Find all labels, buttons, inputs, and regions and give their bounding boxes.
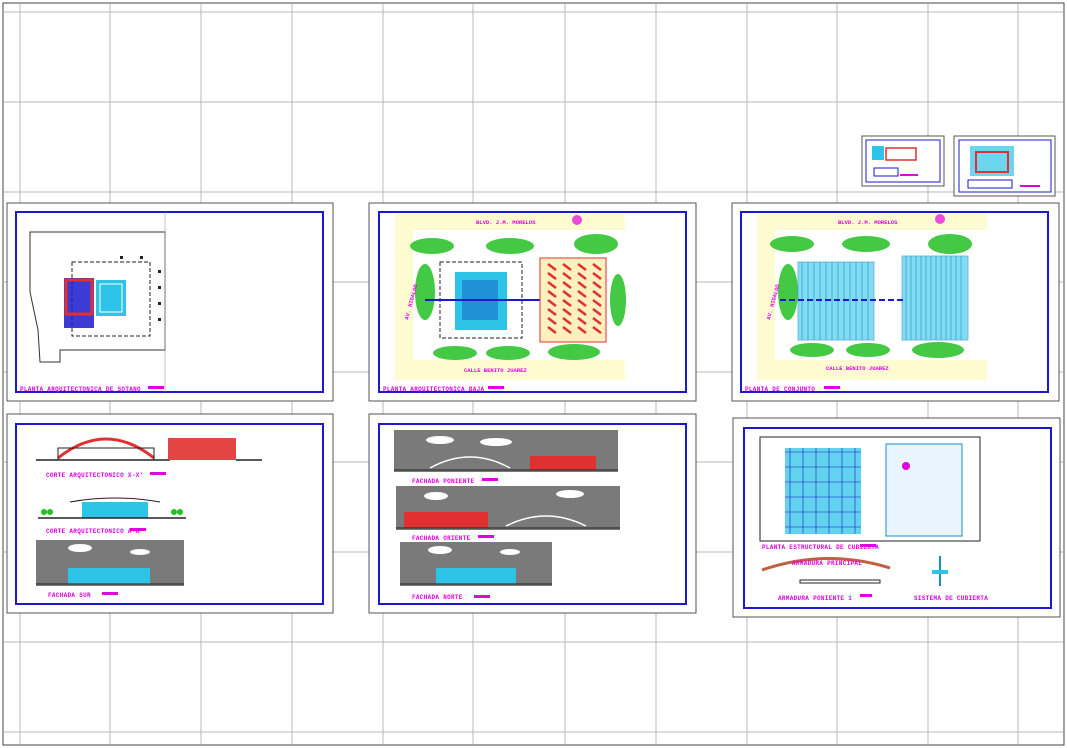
sheet-site-plan[interactable]: BLVD. J.M. MORELOS CALLE BENITO JUAREZ A… [731, 202, 1060, 402]
label-ground-floor-plan: PLANTA ARQUITECTONICA BAJA [383, 386, 485, 393]
sheet-basement-plan[interactable]: PLANTA ARQUITECTONICA DE SOTANO [6, 202, 334, 402]
label-section-x: CORTE ARQUITECTONICO X-X' [46, 472, 144, 479]
sheet-ground-floor-plan[interactable]: BLVD. J.M. MORELOS CALLE BENITO JUAREZ A… [368, 202, 697, 402]
label-roof-system: SISTEMA DE CUBIERTA [914, 595, 988, 602]
street-bottom-site: CALLE BENITO JUAREZ [826, 365, 889, 372]
sheet-structural[interactable]: PLANTA ESTRUCTURAL DE CUBIERTA ARMADURA … [732, 417, 1061, 618]
thumbnail-sheet-2[interactable] [953, 135, 1056, 197]
sheet-sections[interactable]: CORTE ARQUITECTONICO X-X' CORTE ARQUITEC… [6, 413, 334, 614]
label-west-truss: ARMADURA PONIENTE 1 [778, 595, 852, 602]
street-bottom-ground: CALLE BENITO JUAREZ [464, 367, 527, 374]
thumbnail-sheet-1[interactable] [861, 135, 945, 187]
label-west-facade: FACHADA PONIENTE [412, 478, 475, 485]
label-north-facade: FACHADA NORTE [412, 594, 463, 601]
label-main-truss: ARMADURA PRINCIPAL [792, 560, 862, 567]
cad-layout-canvas[interactable]: PLANTA ARQUITECTONICA DE SOTANO BLVD. J.… [0, 0, 1067, 748]
street-top-ground: BLVD. J.M. MORELOS [476, 219, 536, 226]
sheet-facades[interactable]: FACHADA PONIENTE FACHADA ORIENTE FACHADA… [368, 413, 697, 614]
street-top-site: BLVD. J.M. MORELOS [838, 219, 898, 226]
label-basement-plan: PLANTA ARQUITECTONICA DE SOTANO [20, 386, 141, 393]
label-east-facade: FACHADA ORIENTE [412, 535, 471, 542]
label-site-plan: PLANTA DE CONJUNTO [745, 386, 815, 393]
label-section-a: CORTE ARQUITECTONICO A-A' [46, 528, 144, 535]
label-south-facade: FACHADA SUR [48, 592, 91, 599]
